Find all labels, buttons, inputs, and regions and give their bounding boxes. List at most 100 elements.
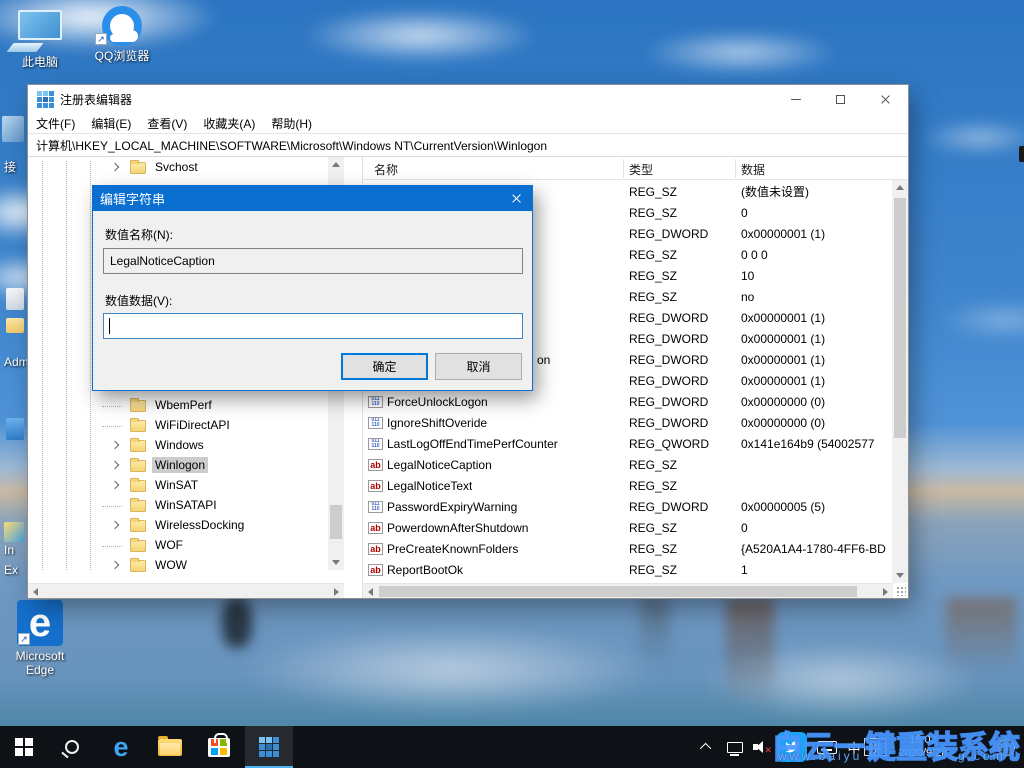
- taskbar-store[interactable]: [195, 726, 243, 768]
- tree-item-label[interactable]: WinSAT: [152, 477, 201, 493]
- registry-value-row[interactable]: abLegalNoticeTextREG_SZ: [363, 476, 908, 497]
- registry-value-row[interactable]: 011110LastLogOffEndTimePerfCounterREG_QW…: [363, 434, 908, 455]
- tree-horizontal-scrollbar[interactable]: [28, 583, 344, 598]
- window-titlebar[interactable]: 注册表编辑器: [28, 85, 908, 113]
- value-data: 0x00000001 (1): [741, 371, 893, 392]
- dialog-close-button[interactable]: [499, 185, 533, 211]
- tree-item-label[interactable]: WOW: [152, 557, 190, 573]
- expand-chevron-icon[interactable]: [111, 481, 119, 489]
- shortcut-arrow-icon: ↗: [95, 33, 107, 45]
- registry-value-row[interactable]: abPreCreateKnownFoldersREG_SZ{A520A1A4-1…: [363, 539, 908, 560]
- scroll-up-icon[interactable]: [332, 162, 340, 167]
- tree-item-label[interactable]: Svchost: [152, 159, 201, 175]
- column-header-data[interactable]: 数据: [741, 161, 765, 178]
- tree-item[interactable]: WinSAT: [28, 476, 360, 496]
- scrollbar-thumb[interactable]: [330, 505, 342, 539]
- reflection-streak: [946, 598, 1016, 673]
- tree-item[interactable]: WbemPerf: [28, 396, 360, 416]
- column-header-type[interactable]: 类型: [629, 161, 653, 178]
- scroll-down-icon[interactable]: [896, 573, 904, 578]
- expand-chevron-icon[interactable]: [111, 561, 119, 569]
- dialog-titlebar[interactable]: 编辑字符串: [92, 185, 533, 211]
- expand-chevron-icon[interactable]: [111, 521, 119, 529]
- scroll-left-icon[interactable]: [368, 588, 373, 596]
- tray-touch-keyboard[interactable]: [812, 726, 842, 768]
- menu-item[interactable]: 查看(V): [139, 113, 195, 134]
- start-button[interactable]: [0, 726, 48, 768]
- expand-chevron-icon[interactable]: [111, 163, 119, 171]
- tree-item[interactable]: WiFiDirectAPI: [28, 416, 360, 436]
- taskbar: e ✕ 中 拼 18:02 2020/9/28 1: [0, 726, 1024, 768]
- scroll-up-icon[interactable]: [896, 185, 904, 190]
- column-divider[interactable]: [623, 159, 624, 178]
- desktop-icon-qq-browser[interactable]: ↗ QQ浏览器: [84, 4, 160, 63]
- tree-item-label[interactable]: WinSATAPI: [152, 497, 220, 513]
- resize-grip[interactable]: [896, 586, 906, 596]
- tree-item[interactable]: WOW: [28, 556, 360, 576]
- keyboard-icon: [817, 741, 837, 754]
- tree-item[interactable]: Windows: [28, 436, 360, 456]
- value-name: on: [537, 350, 550, 371]
- column-header-name[interactable]: 名称: [374, 161, 398, 178]
- cloud: [300, 8, 540, 63]
- registry-value-row[interactable]: 011110ForceUnlockLogonREG_DWORD0x0000000…: [363, 392, 908, 413]
- tree-item-label[interactable]: WbemPerf: [152, 397, 215, 413]
- scroll-right-icon[interactable]: [334, 588, 339, 596]
- scrollbar-thumb[interactable]: [894, 198, 906, 438]
- scrollbar-thumb[interactable]: [379, 586, 857, 597]
- menu-item[interactable]: 收藏夹(A): [195, 113, 263, 134]
- taskbar-regedit-active[interactable]: [245, 726, 293, 768]
- scroll-left-icon[interactable]: [33, 588, 38, 596]
- registry-value-row[interactable]: 011110IgnoreShiftOverideREG_DWORD0x00000…: [363, 413, 908, 434]
- tray-ime-mode[interactable]: 中: [844, 726, 864, 768]
- tree-item[interactable]: WOF: [28, 536, 360, 556]
- tree-item-label[interactable]: WiFiDirectAPI: [152, 417, 233, 433]
- tray-ime-pinyin[interactable]: 拼: [864, 738, 886, 756]
- column-divider[interactable]: [735, 159, 736, 178]
- partial-desktop-icon: [4, 522, 24, 542]
- menu-item[interactable]: 文件(F): [28, 113, 83, 134]
- expand-chevron-icon[interactable]: [111, 441, 119, 449]
- value-data: 10: [741, 266, 893, 287]
- registry-value-row[interactable]: abReportBootOkREG_SZ1: [363, 560, 908, 581]
- value-data-input[interactable]: [103, 313, 523, 339]
- tree-item[interactable]: Svchost: [28, 158, 360, 178]
- cancel-button[interactable]: 取消: [435, 353, 522, 380]
- close-button[interactable]: [863, 85, 908, 113]
- menu-item[interactable]: 帮助(H): [263, 113, 320, 134]
- tree-item[interactable]: WinSATAPI: [28, 496, 360, 516]
- tray-volume[interactable]: ✕: [748, 726, 772, 768]
- address-bar[interactable]: 计算机\HKEY_LOCAL_MACHINE\SOFTWARE\Microsof…: [28, 133, 908, 157]
- tree-item[interactable]: WirelessDocking: [28, 516, 360, 536]
- search-button[interactable]: [48, 726, 96, 768]
- expand-chevron-icon[interactable]: [111, 461, 119, 469]
- tray-network[interactable]: [722, 726, 748, 768]
- scroll-down-icon[interactable]: [332, 560, 340, 565]
- minimize-button[interactable]: [773, 85, 818, 113]
- desktop-icon-this-pc[interactable]: 此电脑: [8, 6, 72, 69]
- tray-twitter[interactable]: [775, 726, 809, 768]
- registry-value-row[interactable]: abPowerdownAfterShutdownREG_SZ0: [363, 518, 908, 539]
- menu-item[interactable]: 编辑(E): [83, 113, 139, 134]
- tree-item-label[interactable]: Windows: [152, 437, 207, 453]
- tree-item-label[interactable]: Winlogon: [152, 457, 208, 473]
- maximize-button[interactable]: [818, 85, 863, 113]
- taskbar-edge[interactable]: e: [97, 726, 145, 768]
- value-type: REG_SZ: [629, 266, 677, 287]
- scroll-right-icon[interactable]: [883, 588, 888, 596]
- value-name: ForceUnlockLogon: [387, 392, 488, 413]
- taskbar-file-explorer[interactable]: [146, 726, 194, 768]
- registry-value-row[interactable]: abLegalNoticeCaptionREG_SZ: [363, 455, 908, 476]
- folder-icon: [130, 540, 146, 552]
- list-horizontal-scrollbar[interactable]: [363, 583, 893, 598]
- registry-value-row[interactable]: 011110PasswordExpiryWarningREG_DWORD0x00…: [363, 497, 908, 518]
- tray-notification[interactable]: 1: [992, 726, 1020, 768]
- tree-item-label[interactable]: WOF: [152, 537, 186, 553]
- list-vertical-scrollbar[interactable]: [892, 180, 908, 583]
- desktop-icon-edge[interactable]: e ↗ Microsoft Edge: [4, 600, 76, 677]
- tray-clock[interactable]: 18:02 2020/9/28: [888, 726, 958, 768]
- tree-item[interactable]: Winlogon: [28, 456, 360, 476]
- tray-show-hidden-icons[interactable]: [694, 726, 720, 768]
- ok-button[interactable]: 确定: [341, 353, 428, 380]
- tree-item-label[interactable]: WirelessDocking: [152, 517, 247, 533]
